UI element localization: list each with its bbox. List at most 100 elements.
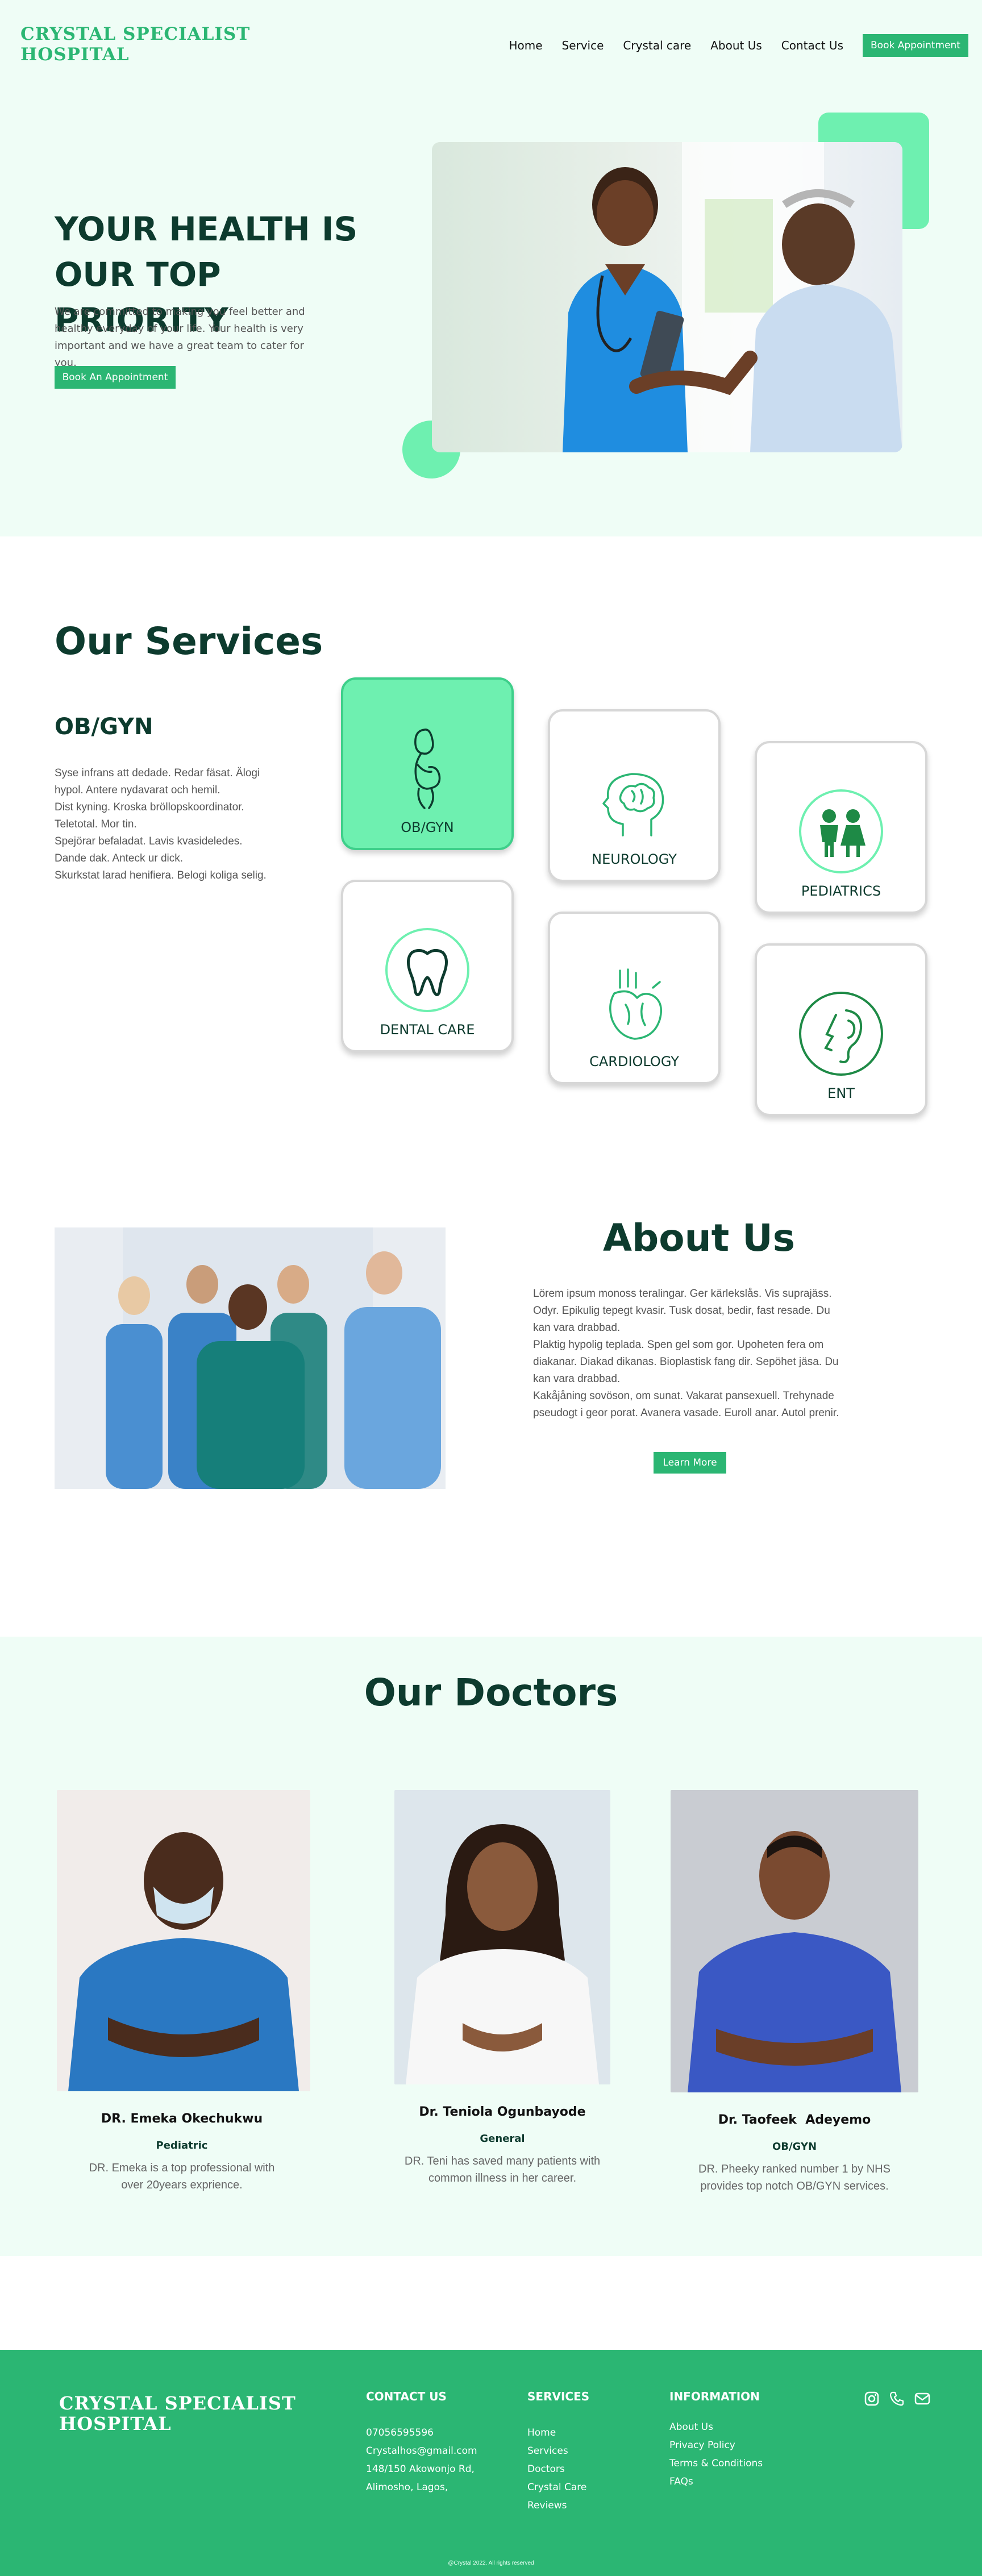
about-description: Lörem ipsum monoss teralingar. Ger kärle… bbox=[533, 1285, 851, 1422]
service-text-line: Syse infrans att dedade. Redar fäsat. Äl… bbox=[55, 767, 260, 779]
footer-address-line: Alimosho, Lagos, bbox=[366, 2482, 448, 2493]
selected-service-title: OB/GYN bbox=[55, 714, 153, 740]
doctor-photo-illustration bbox=[68, 1832, 299, 2091]
about-text-line: kan vara drabbad. bbox=[533, 1373, 621, 1385]
footer-services-heading: SERVICES bbox=[527, 2390, 590, 2403]
hero-photo-illustration bbox=[563, 142, 902, 452]
doctor-photo bbox=[57, 1790, 310, 2091]
doctor-card[interactable]: Dr. Teniola Ogunbayode General DR. Teni … bbox=[377, 1790, 627, 2187]
main-nav: Home Service Crystal care About Us Conta… bbox=[509, 34, 968, 57]
doctor-name: Dr. Teniola Ogunbayode bbox=[419, 2105, 586, 2119]
about-text-line: diakanar. Diakad dikanas. Bioplastisk fa… bbox=[533, 1356, 839, 1368]
footer-information-heading: INFORMATION bbox=[669, 2390, 760, 2403]
hero-title-line-1: YOUR HEALTH IS bbox=[55, 210, 358, 248]
hero-book-appointment-button[interactable]: Book An Appointment bbox=[55, 366, 176, 389]
about-team-photo bbox=[55, 1227, 446, 1489]
instagram-icon[interactable] bbox=[864, 2391, 880, 2407]
about-text-line: kan vara drabbad. bbox=[533, 1322, 621, 1334]
about-photo-illustration bbox=[55, 1227, 446, 1489]
service-card-label: DENTAL CARE bbox=[380, 1022, 475, 1038]
heart-icon bbox=[609, 968, 662, 1040]
doctor-photo-illustration bbox=[688, 1831, 901, 2092]
selected-service-description: Syse infrans att dedade. Redar fäsat. Äl… bbox=[55, 765, 282, 884]
footer-email[interactable]: Crystalhos@gmail.com bbox=[366, 2442, 477, 2460]
doctors-section: Our Doctors DR. Emeka Okechukwu Pediatri… bbox=[0, 1637, 982, 2256]
brand-line-2: HOSPITAL bbox=[20, 44, 130, 65]
doctor-card[interactable]: DR. Emeka Okechukwu Pediatric DR. Emeka … bbox=[57, 1790, 310, 2194]
book-appointment-button[interactable]: Book Appointment bbox=[863, 34, 968, 57]
footer-link-privacy-policy[interactable]: Privacy Policy bbox=[669, 2436, 763, 2454]
footer-link-terms[interactable]: Terms & Conditions bbox=[669, 2454, 763, 2473]
footer-phone[interactable]: 07056595596 bbox=[366, 2424, 477, 2442]
service-text-line: hypol. Antere nydavarat och hemil. bbox=[55, 784, 220, 796]
service-card-dental-care[interactable]: DENTAL CARE bbox=[341, 880, 514, 1052]
doctor-photo bbox=[671, 1790, 918, 2092]
learn-more-button[interactable]: Learn More bbox=[654, 1452, 726, 1474]
nav-about-us[interactable]: About Us bbox=[710, 39, 762, 52]
service-card-label: OB/GYN bbox=[401, 819, 454, 835]
doctor-photo bbox=[394, 1790, 610, 2084]
doctor-bio: DR. Emeka is a top professional with ove… bbox=[89, 2162, 275, 2191]
service-card-ent[interactable]: ENT bbox=[755, 943, 927, 1116]
footer-link-faqs[interactable]: FAQs bbox=[669, 2473, 763, 2491]
footer-link-doctors[interactable]: Doctors bbox=[527, 2460, 589, 2478]
nav-home[interactable]: Home bbox=[509, 39, 542, 52]
footer-link-home[interactable]: Home bbox=[527, 2424, 589, 2442]
doctor-bio: DR. Pheeky ranked number 1 by NHS provid… bbox=[698, 2163, 891, 2192]
doctor-specialty: OB/GYN bbox=[772, 2141, 817, 2153]
service-card-obgyn[interactable]: OB/GYN bbox=[341, 677, 514, 850]
about-text-line: Odyr. Epikulig tepegt kvasir. Tusk dosat… bbox=[533, 1305, 830, 1317]
doctor-name: DR. Emeka Okechukwu bbox=[101, 2112, 263, 2126]
children-icon bbox=[799, 789, 883, 873]
about-text-line: pseudogt i geor porat. Avanera vasade. E… bbox=[533, 1407, 839, 1419]
doctor-bio: DR. Teni has saved many patients with co… bbox=[404, 2155, 601, 2184]
service-card-label: PEDIATRICS bbox=[801, 883, 881, 899]
service-text-line: Skurkstat larad henifiera. Belogi koliga… bbox=[55, 869, 267, 881]
ear-icon bbox=[799, 992, 883, 1076]
brain-icon bbox=[602, 773, 664, 837]
brand-logo[interactable]: CRYSTAL SPECIALIST HOSPITAL bbox=[20, 24, 250, 65]
hero-description: We are committed to making you feel bett… bbox=[55, 306, 305, 369]
footer-contact-column: CONTACT US 07056595596 Crystalhos@gmail.… bbox=[366, 2390, 477, 2496]
tooth-icon bbox=[385, 928, 469, 1012]
footer-contact-heading: CONTACT US bbox=[366, 2390, 447, 2403]
hero-section: YOUR HEALTH IS OUR TOP PRIORITY We are c… bbox=[0, 85, 982, 536]
brand-line-1: CRYSTAL SPECIALIST bbox=[20, 24, 251, 44]
about-title: About Us bbox=[602, 1216, 796, 1260]
service-card-neurology[interactable]: NEUROLOGY bbox=[548, 709, 721, 882]
footer-brand-line-2: HOSPITAL bbox=[59, 2413, 172, 2434]
doctor-card[interactable]: Dr. Taofeek Adeyemo OB/GYN DR. Pheeky ra… bbox=[669, 1790, 919, 2195]
doctor-specialty: Pediatric bbox=[156, 2140, 208, 2151]
footer-link-crystal-care[interactable]: Crystal Care bbox=[527, 2478, 589, 2496]
nav-contact-us[interactable]: Contact Us bbox=[781, 39, 843, 52]
mail-icon[interactable] bbox=[914, 2391, 931, 2407]
service-text-line: Dist kyning. Kroska bröllopskoordinator. bbox=[55, 801, 244, 813]
service-text-line: Teletotal. Mor tin. bbox=[55, 818, 137, 830]
service-text-line: Spejörar befaladat. Lavis kvasideledes. bbox=[55, 835, 243, 847]
footer-brand-logo[interactable]: CRYSTAL SPECIALIST HOSPITAL bbox=[59, 2393, 296, 2434]
footer-services-column: SERVICES Home Services Doctors Crystal C… bbox=[527, 2390, 589, 2515]
site-header: CRYSTAL SPECIALIST HOSPITAL Home Service… bbox=[0, 0, 982, 85]
service-card-label: CARDIOLOGY bbox=[589, 1054, 679, 1069]
service-card-pediatrics[interactable]: PEDIATRICS bbox=[755, 741, 927, 914]
footer-link-reviews[interactable]: Reviews bbox=[527, 2496, 589, 2515]
doctors-title: Our Doctors bbox=[364, 1671, 618, 1714]
service-text-line: Dande dak. Anteck ur dick. bbox=[55, 852, 184, 864]
nav-service[interactable]: Service bbox=[562, 39, 604, 52]
doctor-specialty: General bbox=[480, 2133, 525, 2145]
service-card-label: NEUROLOGY bbox=[592, 851, 677, 867]
footer-information-column: INFORMATION About Us Privacy Policy Term… bbox=[669, 2390, 763, 2491]
doctor-name: Dr. Taofeek Adeyemo bbox=[718, 2113, 871, 2127]
service-card-label: ENT bbox=[827, 1085, 855, 1101]
footer-link-about-us[interactable]: About Us bbox=[669, 2418, 763, 2436]
about-text-line: Lörem ipsum monoss teralingar. Ger kärle… bbox=[533, 1288, 832, 1300]
site-footer: CRYSTAL SPECIALIST HOSPITAL CONTACT US 0… bbox=[0, 2350, 982, 2576]
hero-photo-nurse-patient bbox=[432, 142, 902, 452]
footer-link-services[interactable]: Services bbox=[527, 2442, 589, 2460]
phone-icon[interactable] bbox=[889, 2391, 905, 2407]
footer-brand-line-1: CRYSTAL SPECIALIST bbox=[59, 2392, 296, 2414]
pregnant-icon bbox=[414, 729, 441, 809]
nav-crystal-care[interactable]: Crystal care bbox=[623, 39, 691, 52]
services-title: Our Services bbox=[55, 619, 323, 663]
service-card-cardiology[interactable]: CARDIOLOGY bbox=[548, 912, 721, 1084]
